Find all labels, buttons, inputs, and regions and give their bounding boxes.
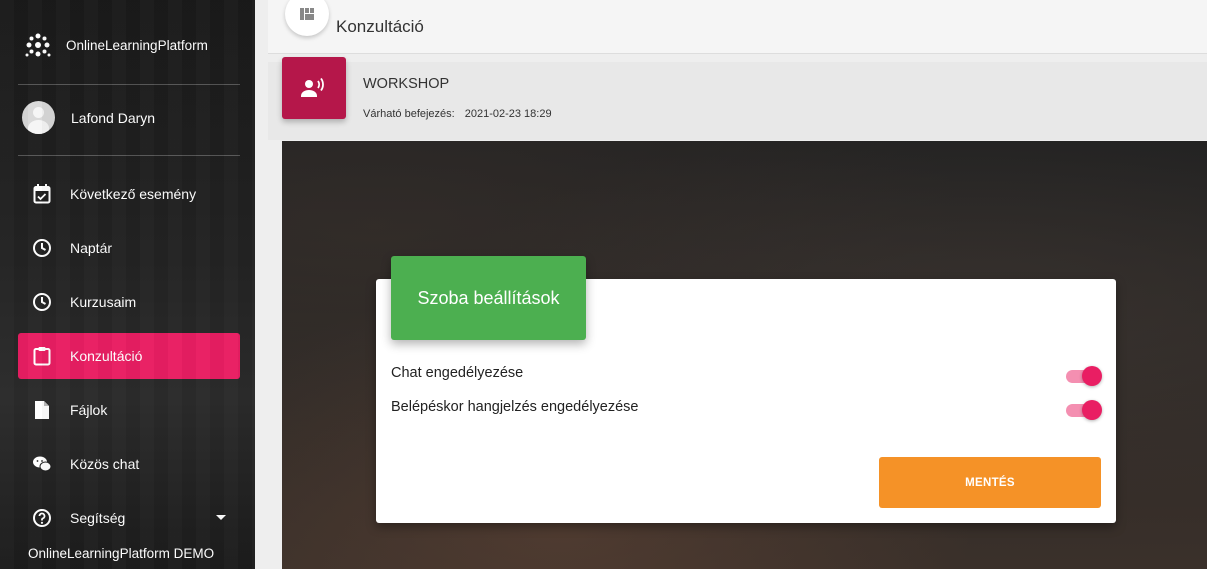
- record-voice-icon: [301, 78, 324, 97]
- calendar-check-icon: [32, 184, 52, 204]
- due-label: Várható befejezés:: [363, 108, 455, 120]
- entry-sound-enable-label: Belépéskor hangjelzés engedélyezése: [391, 399, 639, 415]
- view-quilt-icon: [300, 8, 314, 20]
- sidebar-item-label: Kurzusaim: [70, 294, 137, 310]
- page-title: Konzultáció: [336, 17, 424, 36]
- user-name: Lafond Daryn: [71, 109, 156, 126]
- sidebar-item-label: Naptár: [70, 240, 113, 256]
- dialog-header: Szoba beállítások: [391, 256, 586, 340]
- topbar: Konzultáció: [268, 0, 1207, 54]
- toggle-thumb: [1082, 400, 1102, 420]
- divider: [18, 155, 240, 156]
- avatar: [22, 101, 55, 134]
- footer-brand: OnlineLearningPlatform DEMO: [28, 546, 215, 561]
- sidebar-item-help[interactable]: Segítség: [18, 495, 240, 541]
- sidebar-item-common-chat[interactable]: Közös chat: [18, 441, 240, 487]
- workshop-icon-box: [282, 57, 346, 119]
- sidebar-item-label: Közös chat: [70, 456, 140, 472]
- sidebar-item-label: Következő esemény: [70, 186, 197, 202]
- entry-sound-enable-toggle[interactable]: [1066, 400, 1102, 420]
- sidebar-item-label: Fájlok: [70, 402, 108, 418]
- chat-enable-label: Chat engedélyezése: [391, 365, 524, 381]
- sidebar: OnlineLearningPlatform Lafond Daryn Köve…: [0, 0, 255, 569]
- sidebar-item-label: Konzultáció: [70, 348, 143, 364]
- sidebar-item-files[interactable]: Fájlok: [18, 387, 240, 433]
- brand-name: OnlineLearningPlatform: [66, 37, 208, 53]
- chevron-down-icon[interactable]: [216, 515, 226, 520]
- workshop-due: Várható befejezés: 2021-02-23 18:29: [363, 108, 552, 120]
- toggle-thumb: [1082, 366, 1102, 386]
- file-icon: [32, 400, 52, 420]
- clock-icon: [32, 292, 52, 312]
- brand-logo-icon: [25, 33, 51, 57]
- workshop-header: WORKSHOP Várható befejezés: 2021-02-23 18…: [268, 57, 1207, 140]
- view-quilt-button[interactable]: [285, 0, 329, 36]
- sidebar-item-calendar[interactable]: Naptár: [18, 225, 240, 271]
- user-profile[interactable]: Lafond Daryn: [22, 101, 155, 134]
- sidebar-item-courses[interactable]: Kurzusaim: [18, 279, 240, 325]
- chat-icon: [32, 454, 52, 474]
- due-value: 2021-02-23 18:29: [464, 108, 552, 120]
- workshop-title: WORKSHOP: [363, 76, 450, 92]
- save-button[interactable]: MENTÉS: [879, 457, 1101, 508]
- sidebar-item-label: Segítség: [70, 510, 126, 526]
- clock-icon: [32, 238, 52, 258]
- sidebar-item-next-event[interactable]: Következő esemény: [18, 171, 240, 217]
- dialog-title: Szoba beállítások: [417, 287, 560, 308]
- help-icon: [32, 508, 52, 528]
- clipboard-icon: [32, 346, 52, 366]
- chat-enable-toggle[interactable]: [1066, 366, 1102, 386]
- brand[interactable]: OnlineLearningPlatform: [24, 28, 208, 62]
- divider: [18, 84, 240, 85]
- sidebar-item-consultation[interactable]: Konzultáció: [18, 333, 240, 379]
